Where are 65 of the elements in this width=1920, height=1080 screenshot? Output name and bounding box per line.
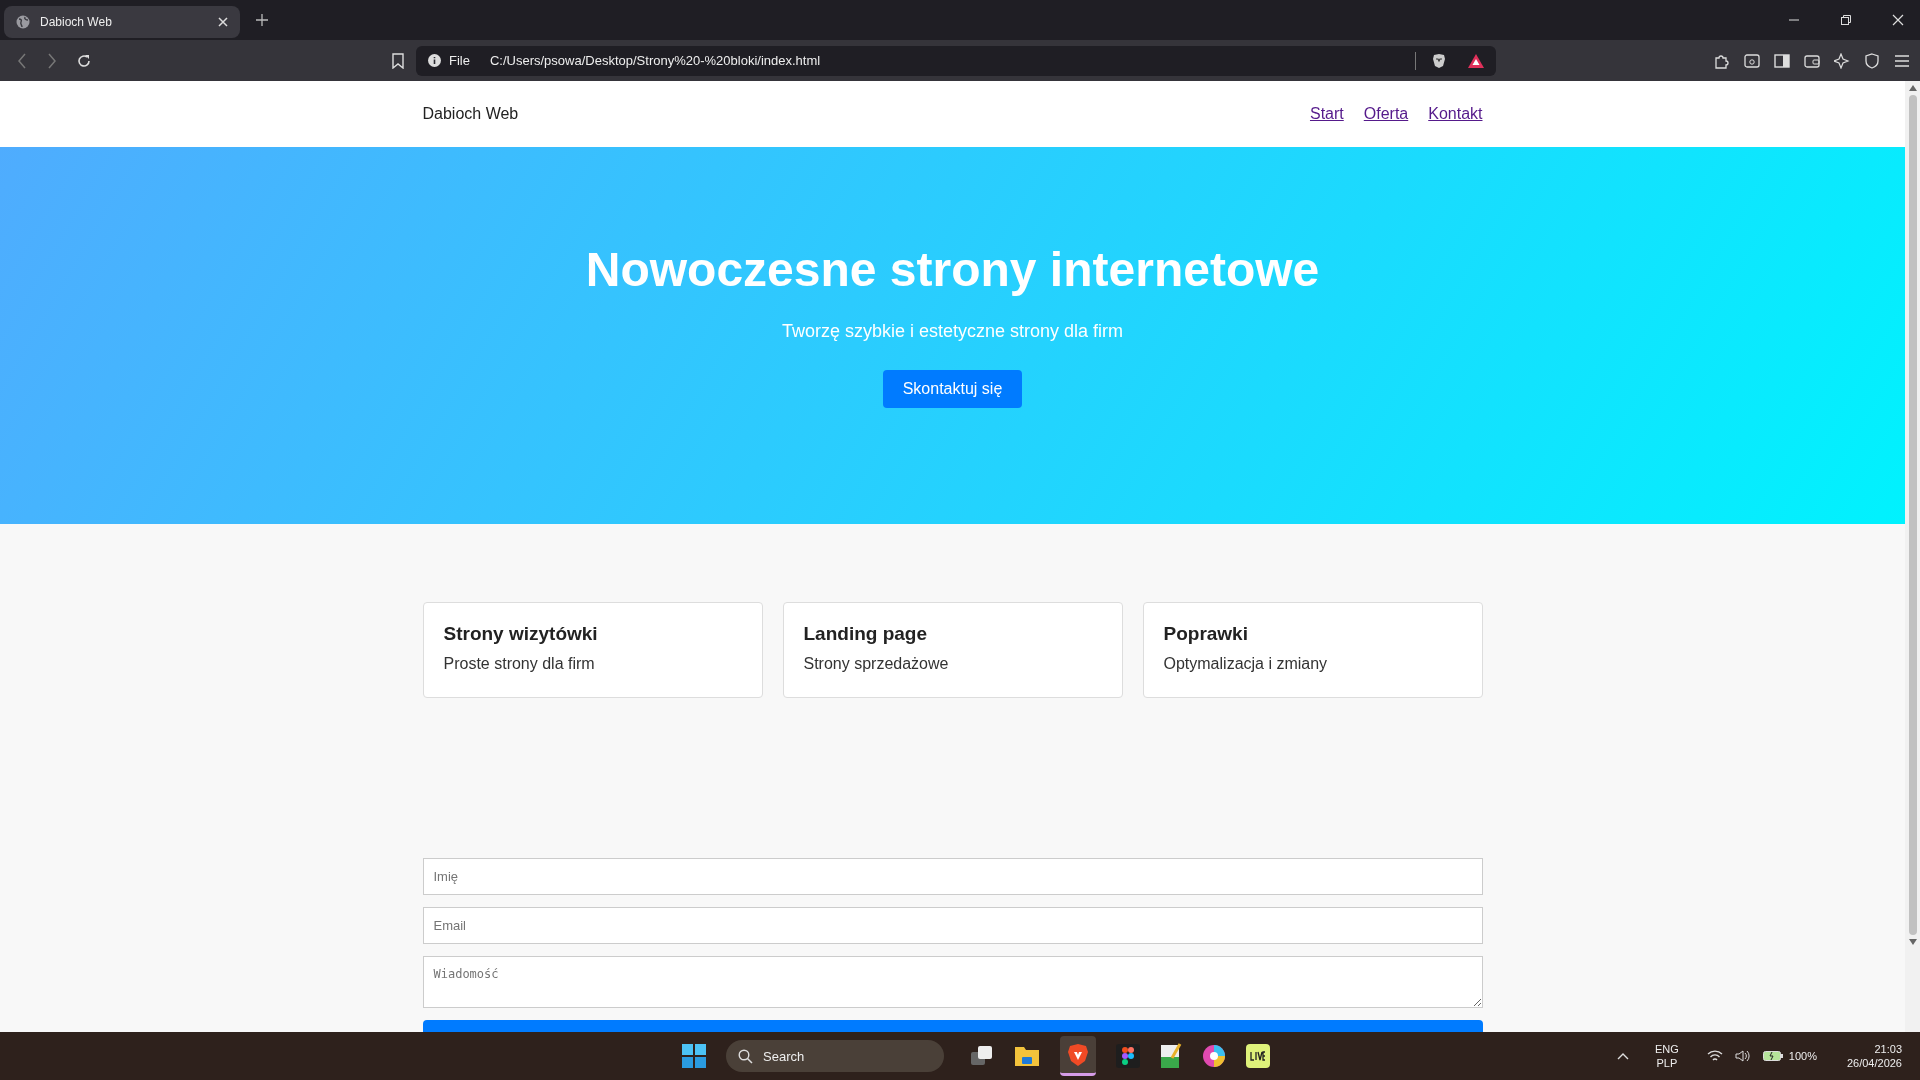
nav-link[interactable]: Kontakt: [1428, 105, 1483, 123]
scheme-label: File: [449, 53, 470, 68]
battery-percent: 100%: [1788, 1050, 1817, 1062]
taskbar-app[interactable]: [1060, 1036, 1096, 1076]
language-code: ENG: [1654, 1043, 1679, 1055]
card-title: Landing page: [803, 623, 928, 645]
wifi-icon[interactable]: [1706, 1049, 1723, 1063]
card-title: Poprawki: [1163, 623, 1249, 645]
email-field[interactable]: Email: [422, 907, 1483, 944]
reload-icon[interactable]: [76, 52, 92, 69]
bookmark-icon[interactable]: [392, 52, 404, 69]
message-field[interactable]: Wiadomość: [422, 956, 1483, 1008]
info-icon: [428, 54, 441, 67]
battery-icon[interactable]: [1762, 1050, 1783, 1062]
scroll-up-icon[interactable]: [1908, 85, 1917, 91]
notepad-icon[interactable]: [1160, 1043, 1182, 1069]
speaker-icon[interactable]: [1734, 1049, 1751, 1063]
task-view-icon[interactable]: [970, 1044, 994, 1068]
live-icon[interactable]: [1246, 1044, 1270, 1068]
scroll-down-icon[interactable]: [1908, 939, 1917, 945]
menu-icon[interactable]: [1894, 53, 1910, 68]
site-logo[interactable]: Dabioch Web: [422, 105, 519, 123]
lion-shield-icon: [1067, 1042, 1089, 1067]
scrollbar[interactable]: [1905, 81, 1920, 1032]
close-icon[interactable]: [218, 17, 228, 27]
address-bar[interactable]: File C:/Users/psowa/Desktop/Strony%20-%20bloki/index.html: [416, 45, 1496, 76]
sparkle-icon[interactable]: [1834, 52, 1850, 69]
language-indicator[interactable]: ENG PLP: [1654, 1043, 1679, 1069]
sidebar-icon[interactable]: [1774, 52, 1790, 69]
plus-icon[interactable]: [256, 14, 268, 26]
restore-icon[interactable]: [1840, 14, 1852, 26]
hero-title: Nowoczesne strony internetowe: [585, 242, 1320, 297]
forward-icon[interactable]: [46, 52, 58, 69]
puzzle-icon[interactable]: [1714, 52, 1730, 69]
shield-icon[interactable]: [1864, 52, 1880, 69]
keyboard-layout: PLP: [1656, 1057, 1678, 1069]
taskbar-search[interactable]: Search: [726, 1040, 944, 1072]
wallet-icon[interactable]: [1804, 52, 1820, 69]
hero-subtitle: Tworzę szybkie i estetyczne strony dla firm: [781, 321, 1124, 342]
card-text: Optymalizacja i zmiany: [1163, 655, 1329, 673]
color-wheel-icon[interactable]: [1202, 1044, 1226, 1068]
name-field[interactable]: Imię: [422, 858, 1483, 895]
close-icon[interactable]: [1892, 14, 1904, 26]
shapes-icon[interactable]: [1116, 1044, 1140, 1068]
chevron-up-icon[interactable]: [1616, 1052, 1629, 1060]
back-icon[interactable]: [16, 52, 28, 69]
card-title: Strony wizytówki: [443, 623, 599, 645]
clock-time: 21:03: [1874, 1043, 1902, 1055]
lion-shield-icon[interactable]: [1432, 52, 1446, 69]
triangle-icon[interactable]: [1468, 53, 1484, 68]
globe-icon: [16, 15, 30, 29]
window-search-icon[interactable]: [1744, 52, 1760, 69]
browser-tab[interactable]: Dabioch Web: [4, 6, 240, 38]
nav-link[interactable]: Oferta: [1363, 105, 1409, 123]
clock-date: 26/04/2026: [1846, 1057, 1902, 1069]
folder-icon[interactable]: [1014, 1045, 1040, 1067]
clock[interactable]: 21:03 26/04/2026: [1846, 1043, 1902, 1069]
scroll-thumb[interactable]: [1908, 95, 1917, 935]
card-text: Proste strony dla firm: [443, 655, 596, 673]
search-icon: [738, 1048, 753, 1064]
windows-icon[interactable]: [682, 1044, 706, 1068]
card-text: Strony sprzedażowe: [803, 655, 950, 673]
url-text: C:/Users/psowa/Desktop/Strony%20-%20bloki/index.html: [489, 53, 821, 68]
contact-button[interactable]: Skontaktuj się: [882, 370, 1023, 408]
nav-link[interactable]: Start: [1309, 105, 1344, 123]
